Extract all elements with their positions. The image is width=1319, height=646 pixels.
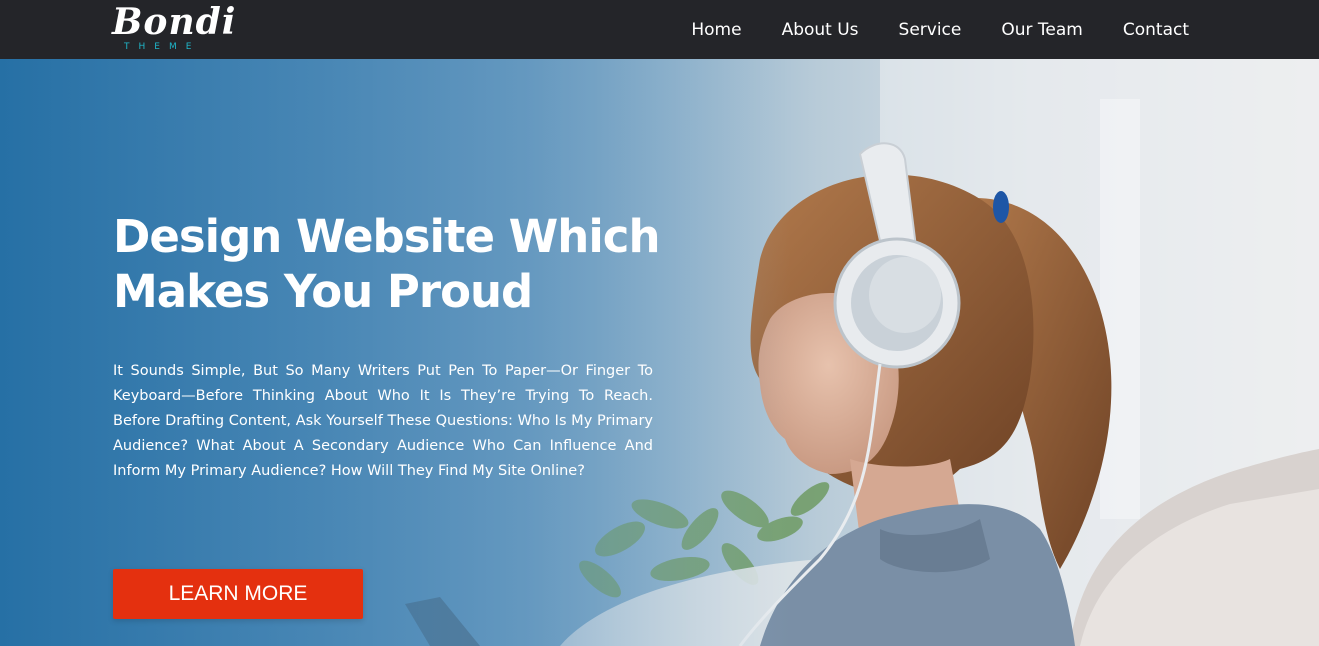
- hero-title-line-2: Makes You Proud: [113, 265, 533, 318]
- main-nav: Home About Us Service Our Team Contact: [691, 0, 1189, 59]
- brand-logo[interactable]: Bondi THEME: [112, 1, 235, 56]
- hero-section: Design Website Which Makes You Proud It …: [0, 59, 1319, 646]
- nav-item-home[interactable]: Home: [691, 20, 741, 40]
- nav-item-service[interactable]: Service: [899, 20, 962, 40]
- nav-item-our-team[interactable]: Our Team: [1001, 20, 1082, 40]
- top-navbar: Bondi THEME Home About Us Service Our Te…: [0, 0, 1319, 59]
- brand-logo-tagline: THEME: [124, 42, 201, 52]
- hero-description: It Sounds Simple, But So Many Writers Pu…: [113, 363, 653, 479]
- nav-item-contact[interactable]: Contact: [1123, 20, 1189, 40]
- brand-logo-wordmark: Bondi: [112, 1, 237, 43]
- hero-title: Design Website Which Makes You Proud: [113, 209, 673, 319]
- hero-title-line-1: Design Website Which: [113, 210, 660, 263]
- learn-more-button[interactable]: LEARN MORE: [113, 569, 363, 619]
- hero-background-photo: [0, 59, 1319, 646]
- nav-item-about-us[interactable]: About Us: [782, 20, 859, 40]
